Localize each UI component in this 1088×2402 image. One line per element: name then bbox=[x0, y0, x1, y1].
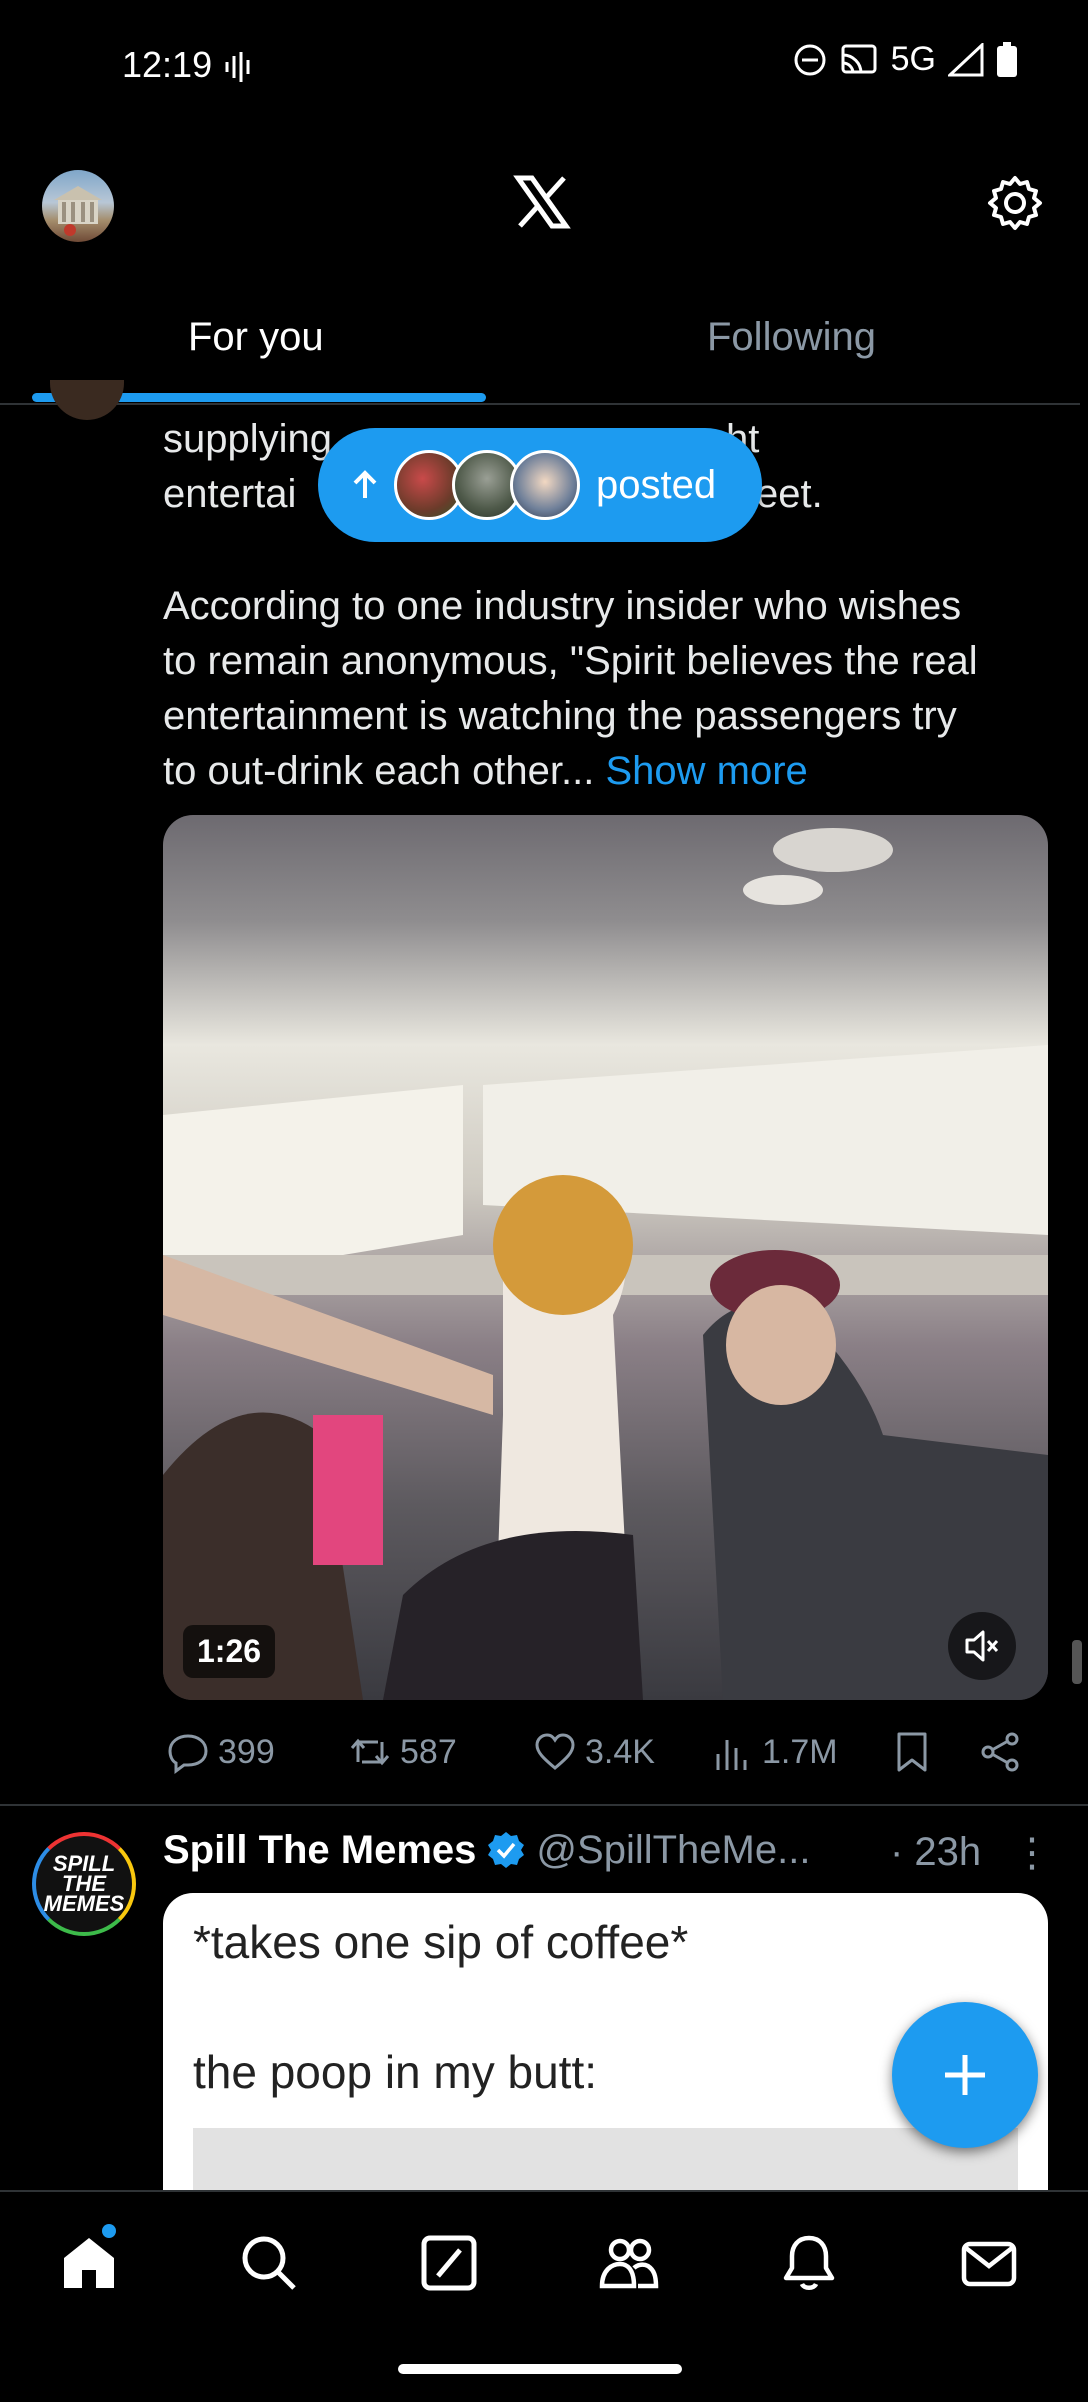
meme-text-line-2: the poop in my butt: bbox=[193, 2046, 598, 2098]
tweet-text-line-4: to out-drink each other... Show more bbox=[163, 744, 808, 799]
tab-for-you[interactable]: For you bbox=[188, 315, 324, 360]
pill-label: posted bbox=[596, 462, 717, 507]
tab-divider bbox=[0, 403, 1080, 405]
tweet-text-line-3: entertainment is watching the passengers… bbox=[163, 694, 957, 738]
search-icon[interactable] bbox=[238, 2232, 300, 2294]
repost-count: 587 bbox=[400, 1732, 457, 1771]
spill-the-memes-avatar[interactable]: SPILL THE MEMES bbox=[32, 1832, 136, 1936]
cast-icon bbox=[841, 44, 877, 73]
mute-icon[interactable] bbox=[948, 1612, 1016, 1680]
audio-wave-icon bbox=[224, 50, 254, 89]
pill-avatars bbox=[394, 450, 580, 520]
gear-icon[interactable] bbox=[986, 174, 1044, 232]
tweet-timestamp: · 23h bbox=[890, 1830, 982, 1874]
home-icon[interactable] bbox=[58, 2232, 120, 2294]
more-options-icon[interactable]: ⋮ bbox=[1012, 1830, 1052, 1876]
views-count: 1.7M bbox=[762, 1732, 838, 1771]
network-label: 5G bbox=[890, 40, 936, 78]
tweet-author-avatar[interactable] bbox=[50, 380, 124, 420]
reply-button[interactable]: 399 bbox=[166, 1730, 275, 1774]
views-icon bbox=[716, 1740, 747, 1770]
signal-icon bbox=[948, 42, 984, 76]
arrow-up-icon bbox=[353, 470, 377, 498]
meme-text-line-1: *takes one sip of coffee* bbox=[193, 1916, 689, 1968]
tweet-divider bbox=[0, 1804, 1088, 1806]
battery-icon bbox=[997, 41, 1017, 77]
dnd-icon bbox=[794, 44, 826, 75]
verified-badge-icon bbox=[488, 1832, 525, 1868]
tweet-video[interactable] bbox=[163, 815, 1048, 1700]
author-name[interactable]: Spill The Memes bbox=[163, 1828, 476, 1873]
profile-avatar[interactable] bbox=[42, 170, 114, 242]
heart-icon bbox=[535, 1733, 575, 1770]
meme-image bbox=[193, 2128, 1018, 2193]
tweet-text-partial-1: supplying bbox=[163, 417, 333, 461]
bookmark-icon bbox=[897, 1732, 927, 1772]
views-button[interactable]: 1.7M bbox=[710, 1730, 838, 1774]
repost-button[interactable]: 587 bbox=[348, 1730, 457, 1774]
like-button[interactable]: 3.4K bbox=[533, 1730, 655, 1774]
pill-avatar bbox=[510, 450, 580, 520]
like-count: 3.4K bbox=[585, 1732, 655, 1771]
grok-icon[interactable] bbox=[418, 2232, 480, 2294]
home-notification-dot bbox=[102, 2224, 116, 2238]
author-handle[interactable]: @SpillTheMe... bbox=[536, 1828, 810, 1873]
notifications-icon[interactable] bbox=[778, 2232, 840, 2294]
scrollbar-thumb[interactable] bbox=[1072, 1640, 1082, 1684]
share-icon bbox=[981, 1732, 1019, 1772]
tweet-text-line-1: According to one industry insider who wi… bbox=[163, 584, 962, 628]
tweet-text-partial-2: entertai bbox=[163, 472, 297, 516]
video-duration: 1:26 bbox=[183, 1625, 276, 1678]
communities-icon[interactable] bbox=[598, 2232, 660, 2294]
messages-icon[interactable] bbox=[958, 2232, 1020, 2294]
tweet-text-line-2: to remain anonymous, "Spirit believes th… bbox=[163, 639, 978, 683]
status-time: 12:19 bbox=[122, 44, 213, 85]
share-button[interactable] bbox=[978, 1730, 1022, 1774]
show-more-link[interactable]: Show more bbox=[606, 749, 808, 793]
tweet-text-partial-2b: eet. bbox=[756, 472, 823, 516]
plus-icon bbox=[945, 2055, 985, 2095]
bookmark-button[interactable] bbox=[890, 1730, 934, 1774]
status-icons: 5G bbox=[793, 40, 1018, 79]
repost-icon bbox=[350, 1738, 390, 1766]
tweet-header: Spill The Memes @SpillTheMe... bbox=[163, 1820, 810, 1880]
compose-button[interactable] bbox=[892, 2002, 1038, 2148]
reply-count: 399 bbox=[218, 1732, 275, 1771]
tweet-text-line-4-body: to out-drink each other... bbox=[163, 749, 595, 793]
reply-icon bbox=[168, 1734, 208, 1774]
tab-following[interactable]: Following bbox=[707, 315, 876, 360]
gesture-home-bar[interactable] bbox=[398, 2364, 682, 2374]
x-logo-icon[interactable] bbox=[512, 172, 572, 232]
status-bar: 12:19 5G bbox=[0, 0, 1088, 135]
new-posts-pill[interactable]: posted bbox=[318, 428, 762, 542]
